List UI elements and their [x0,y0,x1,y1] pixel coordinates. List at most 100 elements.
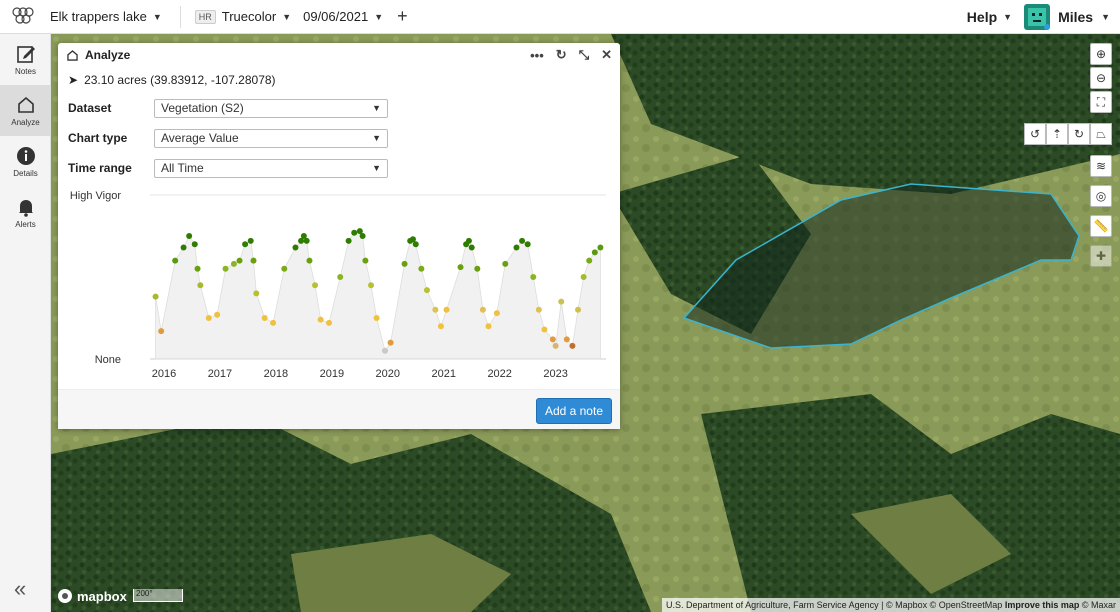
sidebar-item-details[interactable]: Details [0,136,51,187]
chart-type-select[interactable]: Average Value ▼ [154,128,388,148]
chevron-down-icon: ▼ [372,133,381,143]
data-point [575,306,582,313]
data-point [345,237,352,244]
data-point [236,257,243,264]
data-point [387,339,394,346]
data-point [432,306,439,313]
sidebar-item-analyze[interactable]: Analyze [0,85,51,136]
project-selector[interactable]: Elk trappers lake ▼ [46,9,172,24]
zoom-out-icon[interactable]: ⊖ [1090,67,1112,89]
data-point [191,241,198,248]
add-note-button[interactable]: Add a note [535,398,612,424]
app-logo-icon[interactable] [0,0,46,34]
attribution-text[interactable]: U.S. Department of Agriculture, Farm Ser… [666,600,1002,610]
data-point [197,282,204,289]
data-point [253,290,260,297]
data-point [412,241,419,248]
data-point [158,328,165,335]
improve-map-link[interactable]: Improve this map [1005,600,1080,610]
avatar [1024,3,1051,30]
series-area [155,230,601,360]
x-tick-label: 2022 [487,368,511,380]
minimize-icon[interactable]: ⤡ [579,47,589,63]
chevron-down-icon: ▼ [282,11,292,22]
help-menu[interactable]: Help ▼ [955,9,1024,25]
chevron-down-icon: ▼ [1003,11,1013,22]
close-icon[interactable]: ✕ [601,47,612,63]
zoom-in-icon[interactable]: ⊕ [1090,43,1112,65]
mapbox-logo-text: mapbox [77,588,127,604]
date-selector[interactable]: 09/06/2021 ▼ [297,9,389,24]
data-point [250,257,257,264]
x-tick-label: 2019 [320,368,344,380]
mapbox-logo[interactable]: mapbox [57,588,127,604]
chevron-down-icon: ▼ [374,11,384,22]
compass-icon[interactable]: ⇡ [1046,123,1068,145]
user-menu[interactable]: Miles ▼ [1024,3,1120,30]
refresh-icon[interactable]: ↻ [556,47,567,63]
data-point [558,298,565,305]
fit-bounds-icon[interactable]: ⛶ [1090,91,1112,113]
dataset-select[interactable]: Vegetation (S2) ▼ [154,98,388,118]
data-point [468,244,475,251]
help-label: Help [966,8,998,25]
layer-selector[interactable]: HR Truecolor ▼ [189,9,297,24]
sidebar-item-label: Details [13,168,38,178]
data-point [362,257,369,264]
sidebar-item-alerts[interactable]: Alerts [0,187,51,238]
data-point [180,244,187,251]
data-point [443,306,450,313]
data-point [292,244,299,251]
time-range-label: Time range [68,161,132,175]
visibility-toggle-icon[interactable]: ◎ [1090,185,1112,207]
chart-type-label: Chart type [68,131,128,145]
sidebar-item-notes[interactable]: Notes [0,34,51,85]
measure-ruler-icon[interactable]: 📏 [1090,215,1112,237]
chart-type-row: Chart type Average Value ▼ [58,123,620,153]
layer-name: Truecolor [221,9,277,24]
data-point [186,233,193,239]
rotate-right-icon[interactable]: ↻ [1068,123,1090,145]
info-icon [16,146,35,165]
data-point [423,287,430,294]
location-text: 23.10 acres (39.83912, -107.28078) [84,73,276,87]
data-point [373,315,380,321]
data-point [242,241,249,248]
data-point [569,342,576,349]
analyze-icon [67,49,78,61]
data-point [530,274,537,280]
data-point [351,229,358,236]
more-icon[interactable]: ••• [530,48,544,63]
perspective-icon[interactable]: ⏢ [1090,123,1112,145]
map-scale: 200° [133,589,183,602]
time-range-select[interactable]: All Time ▼ [154,158,388,178]
notes-icon [16,45,35,63]
data-point [563,336,570,343]
data-point [194,265,201,272]
map-tools: ⊕ ⊖ ⛶ ↺ ⇡ ↻ ⏢ ≋ ◎ 📏 ✚ [1024,43,1112,267]
x-tick-label: 2021 [432,368,456,380]
dataset-row: Dataset Vegetation (S2) ▼ [58,93,620,123]
draw-icon[interactable]: ✚ [1090,245,1112,267]
data-point [401,260,408,267]
data-point [597,244,604,251]
data-point [152,293,159,300]
collapse-sidebar-icon[interactable]: « [14,576,26,602]
rotate-left-icon[interactable]: ↺ [1024,123,1046,145]
top-bar: Elk trappers lake ▼ HR Truecolor ▼ 09/06… [0,0,1120,34]
chart-type-value: Average Value [161,131,239,145]
rotate-tools: ↺ ⇡ ↻ ⏢ [1024,123,1112,145]
data-point [502,260,509,267]
panel-header: Analyze ••• ↻ ⤡ ✕ [58,43,620,67]
data-point [485,323,492,330]
data-point [474,265,481,272]
data-point [580,274,587,280]
y-label-none: None [95,354,121,366]
x-tick-label: 2017 [208,368,232,380]
layers-icon[interactable]: ≋ [1090,155,1112,177]
chevron-down-icon: ▼ [152,11,162,22]
add-layer-icon[interactable]: + [389,6,416,27]
vegetation-chart: High Vigor None 2016 2017 2018 2019 2020 2021 20… [58,187,620,387]
panel-title: Analyze [85,48,131,62]
data-point [270,319,277,326]
